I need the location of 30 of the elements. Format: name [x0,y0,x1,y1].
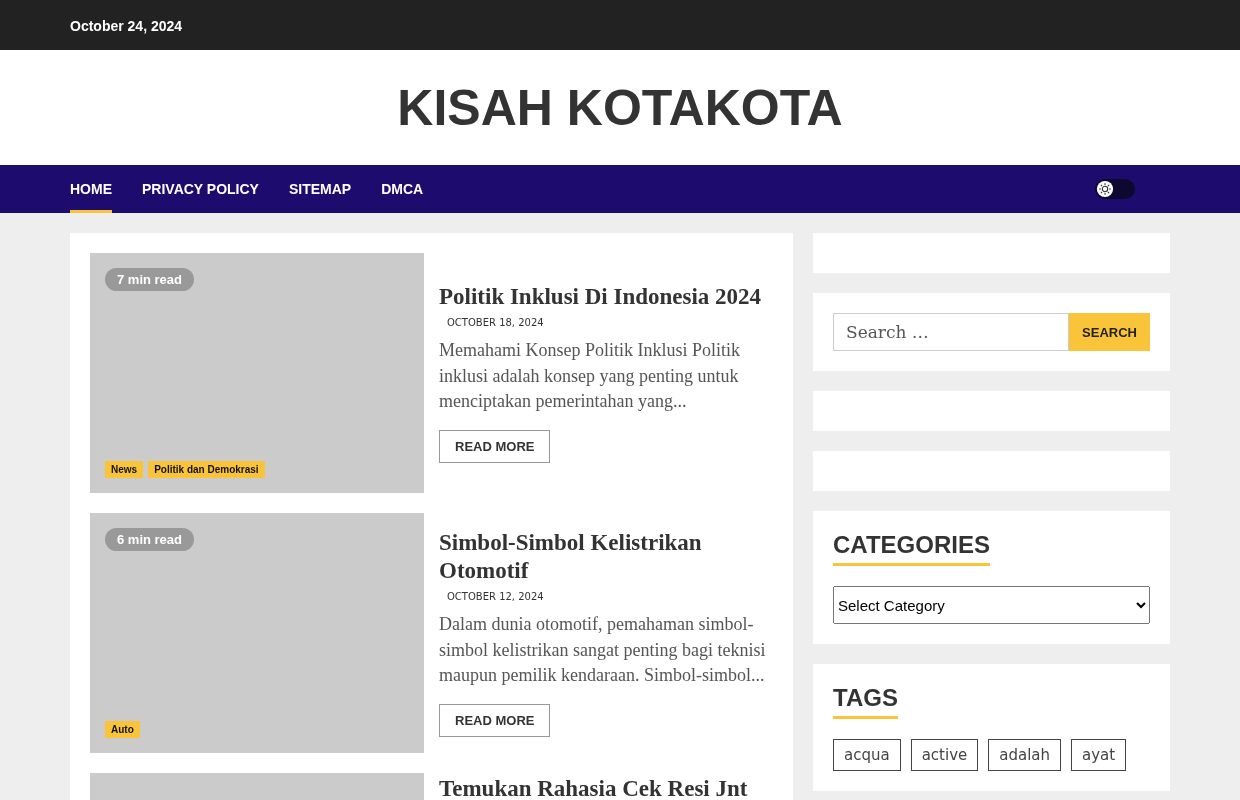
category-tag[interactable]: News [105,461,144,478]
tag-link[interactable]: adalah [988,739,1062,771]
category-tag[interactable]: Politik dan Demokrasi [148,461,265,478]
post-date: OCTOBER 18, 2024 [447,317,544,329]
post-date: OCTOBER 12, 2024 [447,591,544,603]
nav-link[interactable]: DMCA [381,165,424,213]
tag-link[interactable]: acqua [833,739,901,771]
post-excerpt: Memahami Konsep Politik Inklusi Politik inklusi adalah konsep yang penting untuk menciptakan pemerintahan yang... [439,339,741,414]
tag-link[interactable]: active [910,739,979,771]
post-title[interactable]: Politik Inklusi Di Indonesia 2024 [439,283,762,312]
read-time-badge: 6 min read [105,528,195,551]
widget-heading: CATEGORIES [833,531,990,566]
nav-link[interactable]: SITEMAP [288,165,352,213]
sun-icon [1096,180,1114,198]
site-title[interactable]: KISAH KOTAKOTA [397,78,843,137]
read-time-badge: 7 min read [105,268,195,291]
nav-link[interactable]: HOME [70,165,112,213]
post-excerpt: Dalam dunia otomotif, pemahaman simbol-simbol kelistrikan sangat penting bagi teknisi maupun pemilik kendaraan. Simbol-simbol... [439,613,767,688]
post-title[interactable]: Simbol-Simbol Kelistrikan Otomotif [439,529,773,586]
search-field[interactable]: Search … [833,313,1070,351]
category-tag[interactable]: Auto [105,721,140,738]
read-more-button[interactable]: READ MORE [439,429,551,463]
date-text: October 24, 2024 [70,17,183,34]
category-select[interactable]: Select Category [833,586,1150,624]
theme-toggle[interactable] [1095,179,1135,199]
tag-link[interactable]: ayat [1071,739,1127,771]
nav-link[interactable]: PRIVACY POLICY [142,165,259,213]
widget-heading: TAGS [833,684,898,719]
read-more-button[interactable]: READ MORE [439,703,551,737]
search-button[interactable]: SEARCH [1069,313,1150,351]
